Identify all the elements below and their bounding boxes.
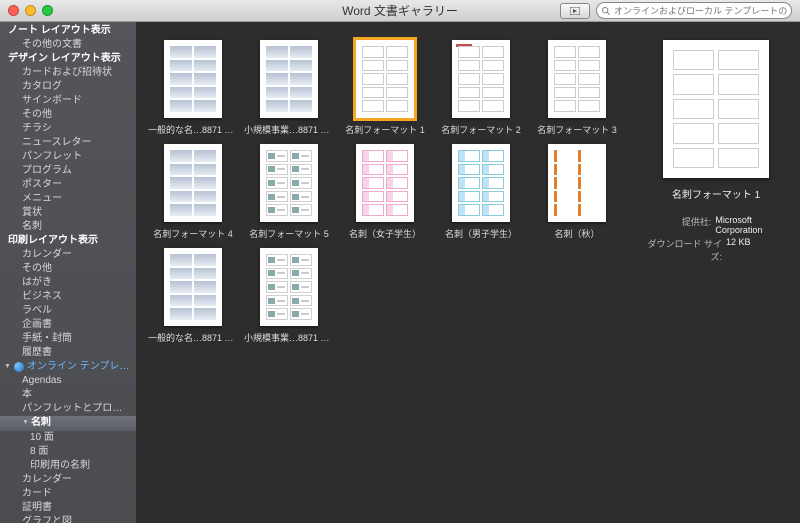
sidebar-item[interactable]: ビジネス <box>0 290 136 304</box>
sidebar-item[interactable]: 10 面 <box>0 431 136 445</box>
search-input[interactable] <box>614 6 787 16</box>
template-item[interactable]: 名刺フォーマット 2 <box>434 40 528 136</box>
sidebar-item[interactable]: 証明書 <box>0 501 136 515</box>
sidebar-item[interactable]: その他 <box>0 262 136 276</box>
template-label: 一般的な名…8871 対応） <box>146 123 240 136</box>
template-label: 名刺フォーマット 2 <box>434 123 528 136</box>
body: ノート レイアウト表示その他の文書デザイン レイアウト表示カードおよび招待状カタ… <box>0 22 800 523</box>
sidebar-item[interactable]: はがき <box>0 276 136 290</box>
template-item[interactable]: 名刺フォーマット 3 <box>530 40 624 136</box>
template-item[interactable]: 名刺（男子学生） <box>434 144 528 240</box>
template-thumbnail[interactable] <box>356 144 414 222</box>
template-label: 小規模事業…8871 対応） <box>242 331 336 344</box>
toolbar-right <box>560 2 792 19</box>
template-thumbnail[interactable] <box>260 248 318 326</box>
sidebar-item[interactable]: 賞状 <box>0 206 136 220</box>
template-thumbnail[interactable] <box>452 40 510 118</box>
sidebar-item[interactable]: ノート レイアウト表示 <box>0 24 136 38</box>
template-label: 名刺フォーマット 5 <box>242 227 336 240</box>
sidebar-item[interactable]: その他 <box>0 108 136 122</box>
sidebar-item[interactable]: 履歴書 <box>0 346 136 360</box>
zoom-icon[interactable] <box>42 5 53 16</box>
sidebar-item[interactable]: Agendas <box>0 374 136 388</box>
sidebar-item[interactable]: プログラム <box>0 164 136 178</box>
template-label: 名刺フォーマット 3 <box>530 123 624 136</box>
sidebar-item[interactable]: サインボード <box>0 94 136 108</box>
template-thumbnail[interactable] <box>164 40 222 118</box>
sidebar-item[interactable]: オンライン テンプレ… <box>0 360 136 374</box>
sidebar-item[interactable]: 名刺 <box>0 416 136 431</box>
sidebar-item[interactable]: その他の文書 <box>0 38 136 52</box>
sidebar: ノート レイアウト表示その他の文書デザイン レイアウト表示カードおよび招待状カタ… <box>0 22 136 523</box>
preview-pane: 名刺フォーマット 1 提供社:Microsoft Corporation ダウン… <box>636 22 800 523</box>
template-item[interactable]: 小規模事業…8871 対応） <box>242 248 336 344</box>
template-item[interactable]: 名刺フォーマット 5 <box>242 144 336 240</box>
slideshow-button[interactable] <box>560 3 590 19</box>
sidebar-item[interactable]: 印刷レイアウト表示 <box>0 234 136 248</box>
template-item[interactable]: 名刺（女子学生） <box>338 144 432 240</box>
sidebar-item[interactable]: パンフレットとプログラム <box>0 402 136 416</box>
template-thumbnail[interactable] <box>452 144 510 222</box>
template-item[interactable]: 一般的な名…8871 対応） <box>146 248 240 344</box>
globe-icon <box>14 362 24 372</box>
sidebar-item[interactable]: カレンダー <box>0 248 136 262</box>
template-item[interactable]: 小規模事業…8871 対応） <box>242 40 336 136</box>
template-item[interactable]: 一般的な名…8871 対応） <box>146 40 240 136</box>
sidebar-item[interactable]: カレンダー <box>0 473 136 487</box>
sidebar-item[interactable]: ラベル <box>0 304 136 318</box>
sidebar-item[interactable]: 企画書 <box>0 318 136 332</box>
template-label: 名刺フォーマット 4 <box>146 227 240 240</box>
sidebar-item[interactable]: チラシ <box>0 122 136 136</box>
size-value: 12 KB <box>726 237 751 263</box>
minimize-icon[interactable] <box>25 5 36 16</box>
traffic-lights <box>8 5 53 16</box>
search-field[interactable] <box>596 2 792 19</box>
main: 一般的な名…8871 対応）小規模事業…8871 対応）名刺フォーマット 1名刺… <box>136 22 800 523</box>
template-label: 名刺フォーマット 1 <box>338 123 432 136</box>
provider-value: Microsoft Corporation <box>715 215 790 235</box>
sidebar-item[interactable]: カードおよび招待状 <box>0 66 136 80</box>
template-grid: 一般的な名…8871 対応）小規模事業…8871 対応）名刺フォーマット 1名刺… <box>136 22 636 523</box>
sidebar-item[interactable]: ニュースレター <box>0 136 136 150</box>
template-item[interactable]: 名刺（秋） <box>530 144 624 240</box>
template-item[interactable]: 名刺フォーマット 1 <box>338 40 432 136</box>
sidebar-item[interactable]: 印刷用の名刺 <box>0 459 136 473</box>
template-item[interactable]: 名刺フォーマット 4 <box>146 144 240 240</box>
sidebar-item[interactable]: デザイン レイアウト表示 <box>0 52 136 66</box>
template-thumbnail[interactable] <box>548 40 606 118</box>
sidebar-item[interactable]: カード <box>0 487 136 501</box>
preview-label: 名刺フォーマット 1 <box>672 186 760 201</box>
preview-meta: 提供社:Microsoft Corporation ダウンロード サイズ:12 … <box>642 215 790 265</box>
template-thumbnail[interactable] <box>164 144 222 222</box>
preview-thumbnail <box>663 40 769 178</box>
template-thumbnail[interactable] <box>260 40 318 118</box>
template-label: 一般的な名…8871 対応） <box>146 331 240 344</box>
template-label: 名刺（男子学生） <box>434 227 528 240</box>
sidebar-item[interactable]: メニュー <box>0 192 136 206</box>
play-icon <box>570 7 580 15</box>
sidebar-item[interactable]: 手紙・封筒 <box>0 332 136 346</box>
size-key: ダウンロード サイズ: <box>642 237 722 263</box>
template-label: 小規模事業…8871 対応） <box>242 123 336 136</box>
template-thumbnail[interactable] <box>260 144 318 222</box>
close-icon[interactable] <box>8 5 19 16</box>
sidebar-item[interactable]: パンフレット <box>0 150 136 164</box>
provider-key: 提供社: <box>642 215 711 235</box>
sidebar-item[interactable]: 名刺 <box>0 220 136 234</box>
sidebar-item[interactable]: グラフと図 <box>0 515 136 523</box>
sidebar-item[interactable]: 本 <box>0 388 136 402</box>
sidebar-item[interactable]: ポスター <box>0 178 136 192</box>
template-thumbnail[interactable] <box>164 248 222 326</box>
window: Word 文書ギャラリー ノート レイアウト表示その他の文書デザイン レイアウト… <box>0 0 800 523</box>
titlebar: Word 文書ギャラリー <box>0 0 800 22</box>
search-icon <box>601 6 611 16</box>
template-thumbnail[interactable] <box>356 40 414 118</box>
template-thumbnail[interactable] <box>548 144 606 222</box>
template-label: 名刺（秋） <box>530 227 624 240</box>
template-label: 名刺（女子学生） <box>338 227 432 240</box>
sidebar-item[interactable]: 8 面 <box>0 445 136 459</box>
sidebar-item[interactable]: カタログ <box>0 80 136 94</box>
